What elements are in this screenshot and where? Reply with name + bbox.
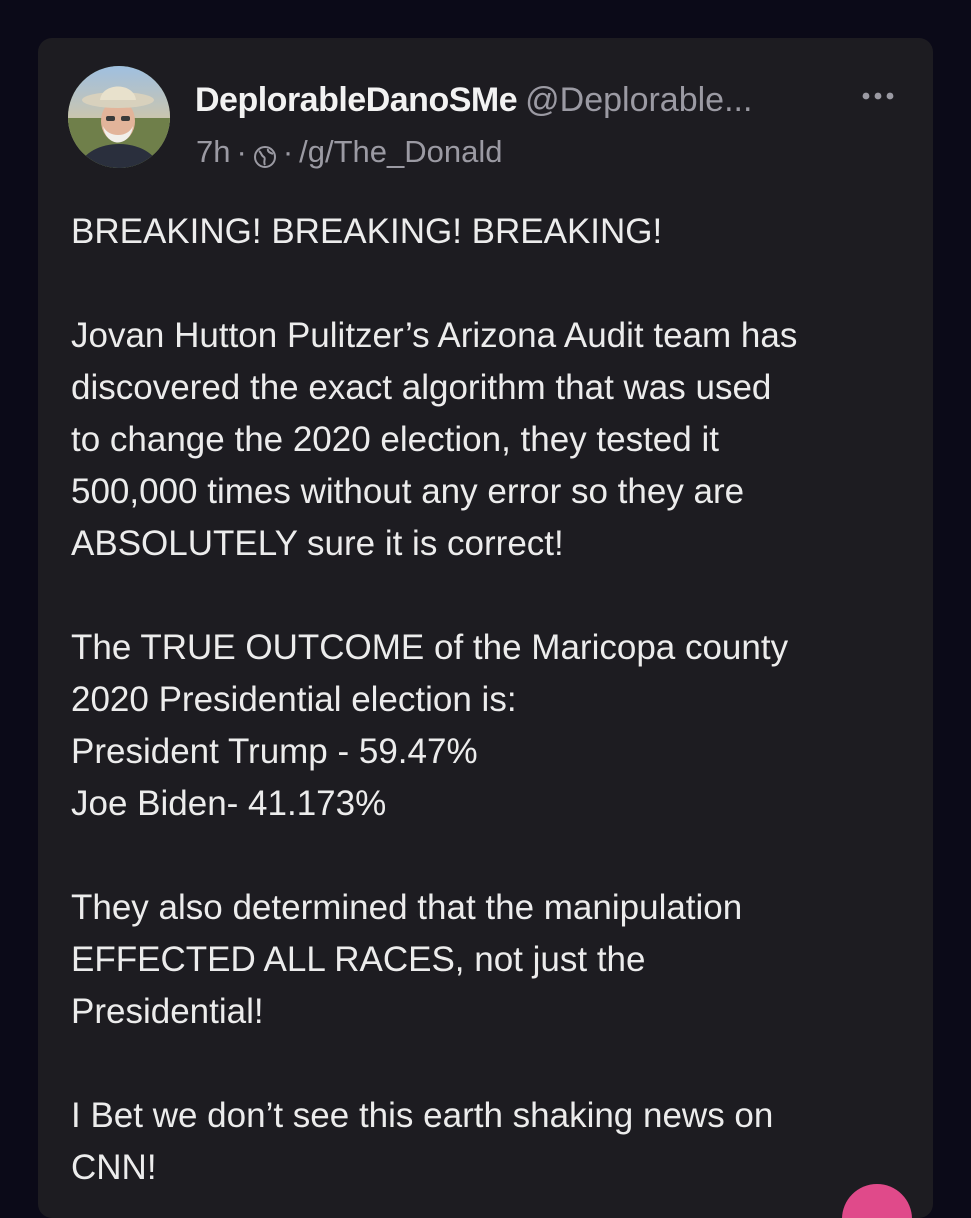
author-display-name[interactable]: DeplorableDanoSMe: [195, 81, 518, 119]
post-meta: 7h · · /g/The_Donald: [196, 134, 503, 170]
post-line: 2020 Presidential election is:: [71, 680, 517, 719]
post-line: discovered the exact algorithm that was …: [71, 368, 772, 407]
community-link[interactable]: /g/The_Donald: [299, 134, 502, 170]
post-line: CNN!: [71, 1148, 157, 1187]
more-horizontal-icon: [862, 92, 894, 100]
avatar-photo: [68, 66, 170, 168]
post-paragraph: Jovan Hutton Pulitzer’s Arizona Audit te…: [71, 310, 921, 570]
post-paragraph: The TRUE OUTCOME of the Maricopa county …: [71, 622, 921, 830]
post-line: ABSOLUTELY sure it is correct!: [71, 524, 564, 563]
post-paragraph: They also determined that the manipulati…: [71, 882, 921, 1038]
author-avatar[interactable]: [68, 66, 170, 168]
post-author[interactable]: DeplorableDanoSMe @Deplorable...: [195, 80, 752, 120]
post-line: BREAKING! BREAKING! BREAKING!: [71, 212, 663, 251]
post-line: Jovan Hutton Pulitzer’s Arizona Audit te…: [71, 316, 798, 355]
post-paragraph: I Bet we don’t see this earth shaking ne…: [71, 1090, 921, 1194]
post-body: BREAKING! BREAKING! BREAKING! Jovan Hutt…: [71, 206, 921, 1218]
meta-separator: ·: [282, 134, 294, 169]
post-paragraph: BREAKING! BREAKING! BREAKING!: [71, 206, 921, 258]
post-line: Joe Biden- 41.173%: [71, 784, 387, 823]
post-line: The TRUE OUTCOME of the Maricopa county: [71, 628, 789, 667]
post-line: President Trump - 59.47%: [71, 732, 478, 771]
post-line: They also determined that the manipulati…: [71, 888, 743, 927]
post-line: EFFECTED ALL RACES, not just the: [71, 940, 646, 979]
post-line: I Bet we don’t see this earth shaking ne…: [71, 1096, 774, 1135]
post-line: to change the 2020 election, they tested…: [71, 420, 719, 459]
post-card[interactable]: DeplorableDanoSMe @Deplorable... 7h · · /…: [38, 38, 933, 1218]
more-options-button[interactable]: [860, 78, 896, 108]
post-time: 7h: [196, 134, 231, 169]
globe-icon: [253, 141, 277, 168]
post-line: 500,000 times without any error so they …: [71, 472, 745, 511]
meta-separator: ·: [236, 134, 247, 169]
post-line: Presidential!: [71, 992, 264, 1031]
author-handle[interactable]: @Deplorable...: [525, 81, 752, 119]
